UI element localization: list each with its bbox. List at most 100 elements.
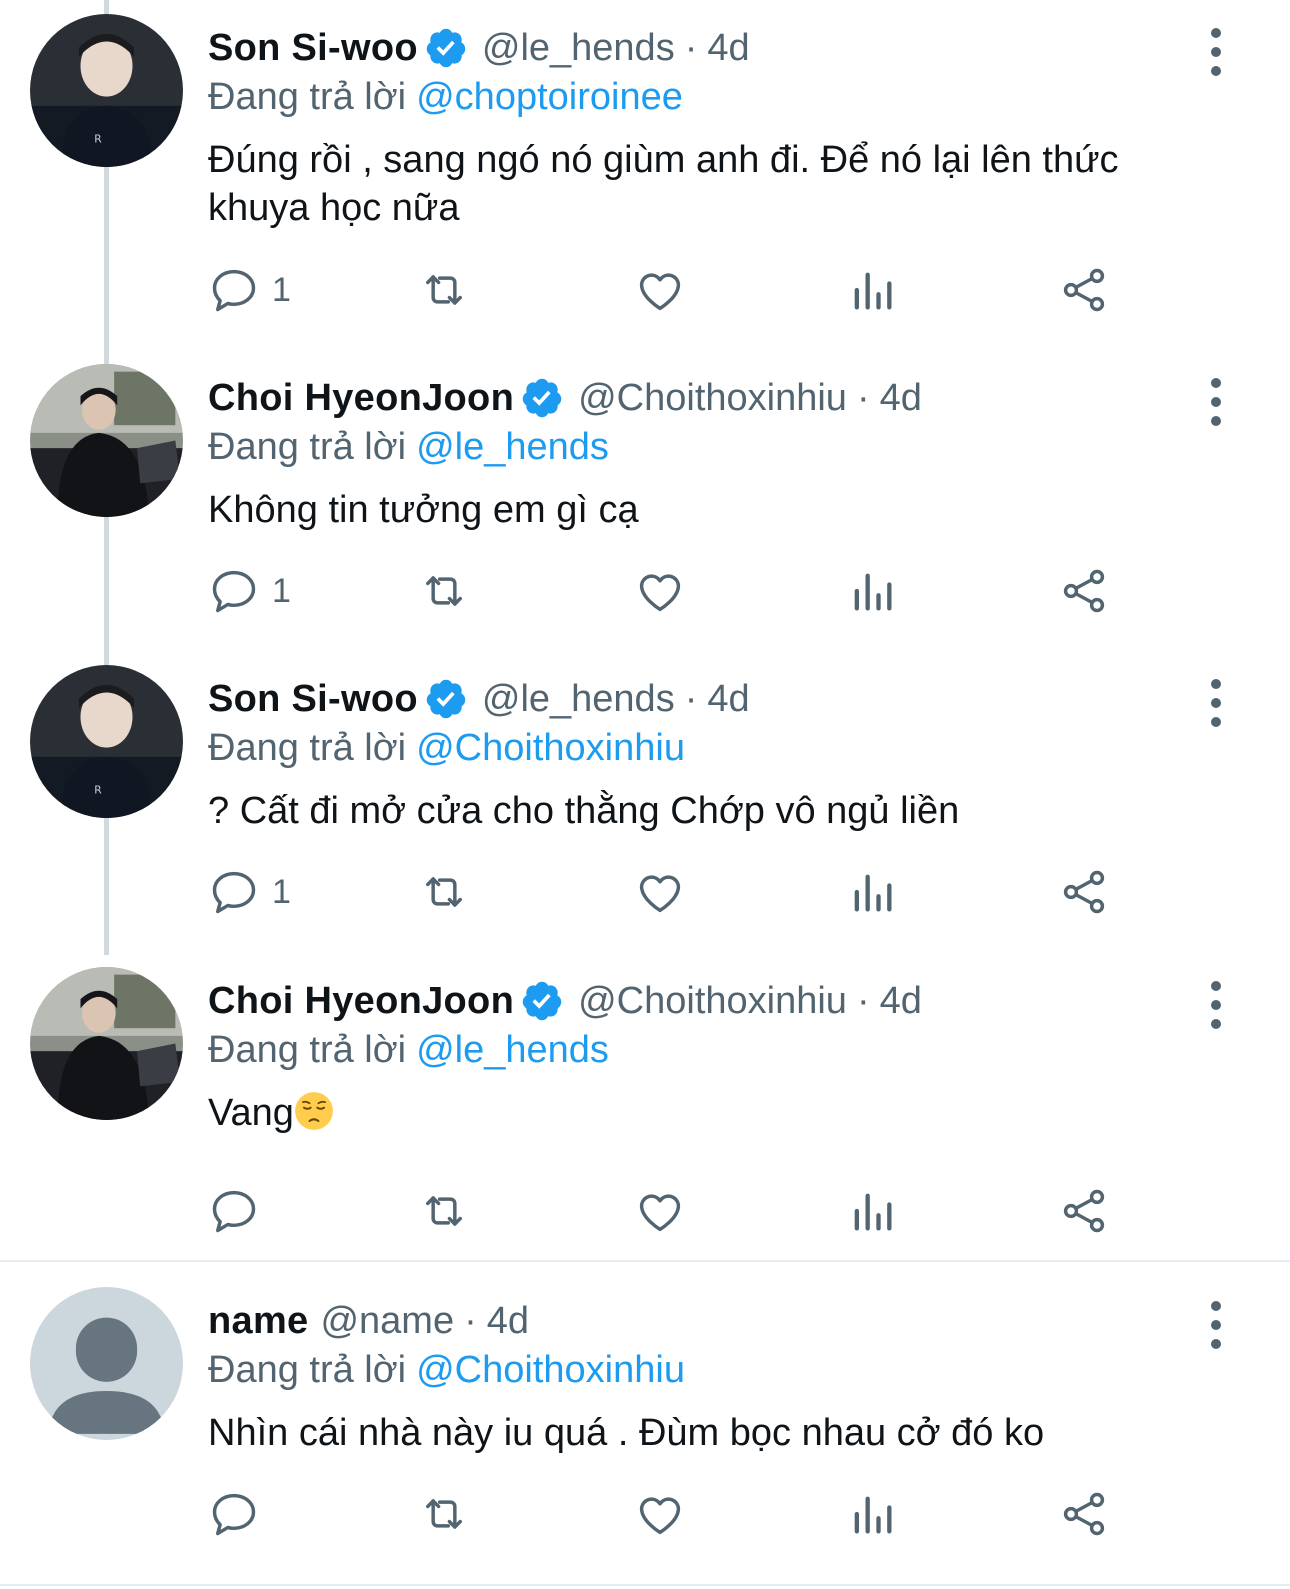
default-avatar-icon [30,1287,183,1440]
replying-to: Đang trả lời @Choithoxinhiu [208,1345,685,1395]
handle[interactable]: @Choithoxinhiu [578,977,847,1025]
more-icon[interactable] [1204,981,1228,1029]
views-icon [854,1496,892,1534]
mention-link[interactable]: @le_hends [416,1029,609,1071]
replying-to-label: Đang trả lời [208,426,407,468]
tweet-text: Đúng rồi , sang ngó nó giùm anh đi. Để n… [208,139,1119,229]
share-button[interactable] [1058,561,1110,621]
share-icon [1063,1492,1105,1536]
views-icon [854,874,892,912]
divider [0,1260,1290,1262]
tweet-text: ? Cất đi mở cửa cho thằng Chớp vô ngủ li… [208,790,960,832]
retweet-button[interactable] [418,862,470,922]
reply-icon [212,871,256,914]
like-icon [639,273,681,311]
tweet[interactable]: R Son Si-woo @le_hends · 4d Đang trả lời… [0,14,1290,334]
reply-icon [212,570,256,613]
timestamp[interactable]: 4d [880,374,922,422]
replying-to-label: Đang trả lời [208,76,407,118]
share-button[interactable] [1058,260,1110,320]
timestamp[interactable]: 4d [880,977,922,1025]
display-name[interactable]: name [208,1297,308,1345]
avatar[interactable]: R [30,14,183,167]
tweet[interactable]: name @name · 4d Đang trả lời @Choithoxinh… [0,1287,1290,1577]
avatar[interactable] [30,1287,183,1440]
display-name[interactable]: Son Si-woo [208,24,418,72]
more-icon[interactable] [1204,378,1228,426]
tweet[interactable]: Choi HyeonJoon @Choithoxinhiu · 4d Đang … [0,967,1290,1257]
more-icon[interactable] [1204,1301,1228,1349]
mention-link[interactable]: @le_hends [416,426,609,468]
views-button[interactable] [846,1181,898,1241]
mention-link[interactable]: @Choithoxinhiu [416,727,685,769]
handle[interactable]: @le_hends [482,675,675,723]
mention-link[interactable]: @choptoiroinee [416,76,683,118]
retweet-icon [426,1196,462,1226]
replying-to-label: Đang trả lời [208,1029,407,1071]
like-button[interactable] [634,1181,686,1241]
separator: · [684,27,698,69]
views-icon [854,272,892,310]
more-icon[interactable] [1204,28,1228,76]
views-button[interactable] [846,561,898,621]
like-button[interactable] [634,260,686,320]
share-icon [1063,1189,1105,1233]
views-button[interactable] [846,260,898,320]
mention-link[interactable]: @Choithoxinhiu [416,1349,685,1391]
share-icon [1063,569,1105,613]
like-button[interactable] [634,561,686,621]
svg-text:R: R [94,784,102,797]
handle[interactable]: @name [320,1297,454,1345]
handle[interactable]: @Choithoxinhiu [578,374,847,422]
action-bar [208,1484,1128,1544]
views-button[interactable] [846,862,898,922]
avatar[interactable]: R [30,665,183,818]
like-button[interactable] [634,1484,686,1544]
display-name[interactable]: Son Si-woo [208,675,418,723]
reply-count: 1 [272,270,291,309]
share-button[interactable] [1058,1484,1110,1544]
views-button[interactable] [846,1484,898,1544]
retweet-button[interactable] [418,561,470,621]
avatar-photo [30,364,183,517]
separator: · [856,377,870,419]
more-icon[interactable] [1204,679,1228,727]
timestamp[interactable]: 4d [487,1297,529,1345]
timestamp[interactable]: 4d [707,675,749,723]
retweet-button[interactable] [418,1484,470,1544]
reply-button[interactable]: 1 [208,862,291,922]
share-button[interactable] [1058,1181,1110,1241]
replying-to: Đang trả lời @Choithoxinhiu [208,723,685,773]
tweet[interactable]: R Son Si-woo @le_hends · 4d Đang trả lời… [0,665,1290,965]
tweet[interactable]: Choi HyeonJoon @Choithoxinhiu · 4d Đang … [0,364,1290,664]
timestamp[interactable]: 4d [707,24,749,72]
pensive-face-emoji [295,1092,333,1130]
share-icon [1063,268,1105,312]
reply-button[interactable] [208,1181,260,1241]
like-icon [639,574,681,612]
like-button[interactable] [634,862,686,922]
svg-text:R: R [94,133,102,146]
separator: · [464,1300,477,1342]
handle[interactable]: @le_hends [482,24,675,72]
retweet-button[interactable] [418,260,470,320]
verified-badge-icon [426,679,466,719]
replying-to-label: Đang trả lời [208,1349,407,1391]
reply-count: 1 [272,571,291,610]
display-name[interactable]: Choi HyeonJoon [208,374,514,422]
avatar[interactable] [30,967,183,1120]
avatar[interactable] [30,364,183,517]
reply-button[interactable] [208,1484,260,1544]
retweet-button[interactable] [418,1181,470,1241]
share-icon [1063,870,1105,914]
retweet-icon [426,877,462,907]
tweet-text: Không tin tưởng em gì cạ [208,489,639,531]
action-bar [208,1181,1128,1241]
reply-button[interactable]: 1 [208,260,291,320]
reply-icon [212,269,256,312]
display-name[interactable]: Choi HyeonJoon [208,977,514,1025]
replying-to: Đang trả lời @choptoiroinee [208,72,683,122]
share-button[interactable] [1058,862,1110,922]
avatar-photo: R [30,14,183,167]
reply-button[interactable]: 1 [208,561,291,621]
